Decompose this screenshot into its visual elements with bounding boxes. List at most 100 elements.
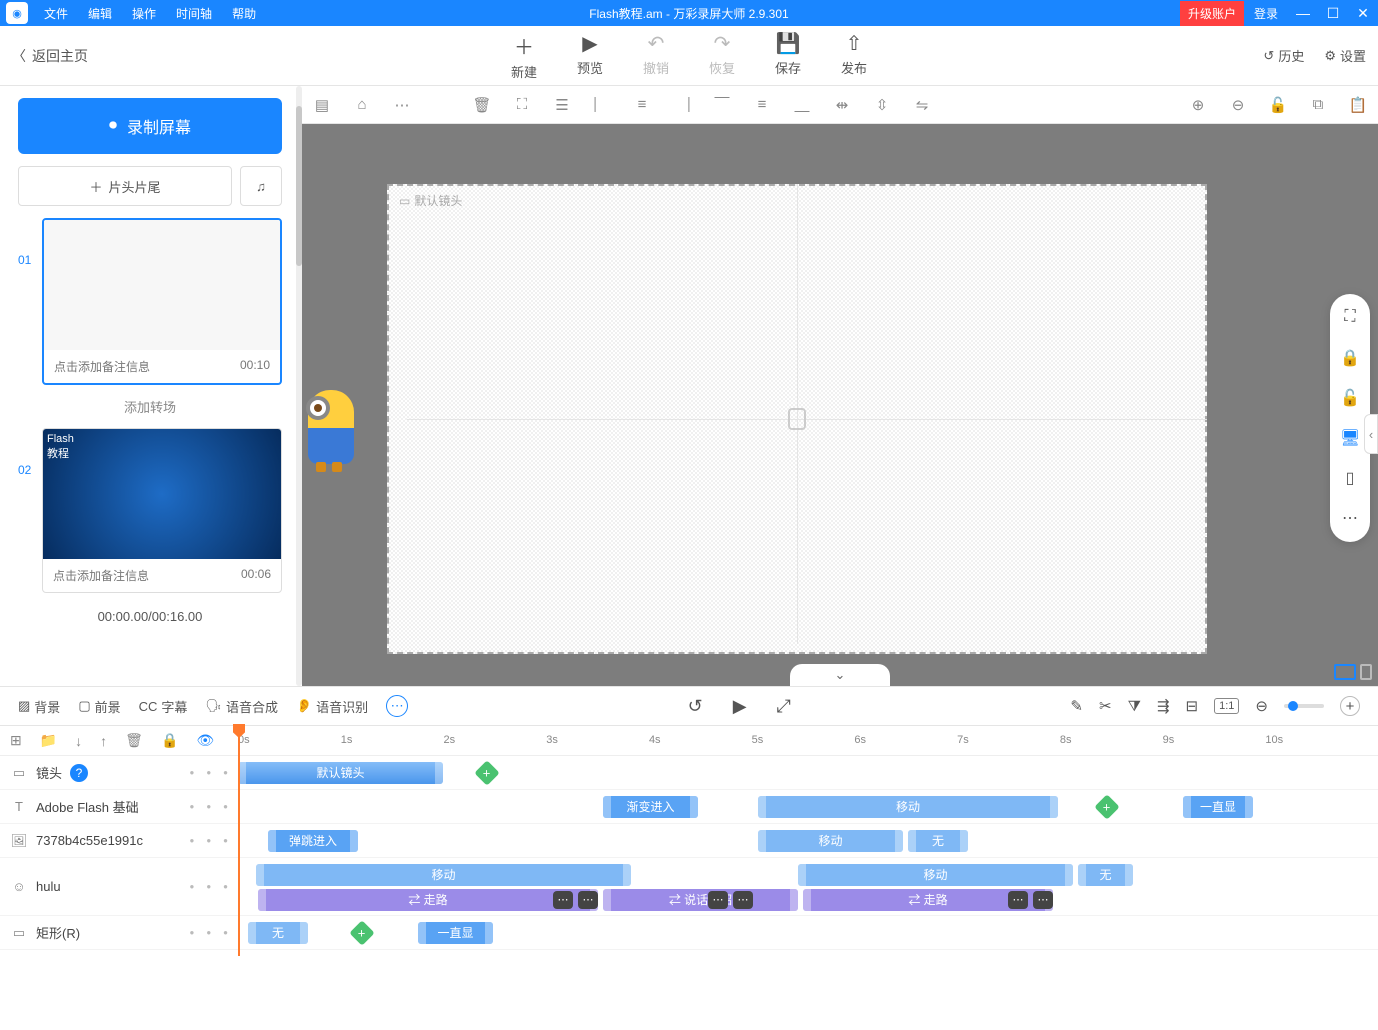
delete-icon[interactable]: 🗑	[472, 96, 492, 114]
more2-icon[interactable]: ⋯	[1340, 508, 1360, 528]
clip-marker[interactable]: ⋯	[1008, 891, 1028, 909]
tl-eye-icon[interactable]: 👁	[196, 732, 214, 749]
rewind-button[interactable]: ↺	[688, 696, 703, 717]
track-dots[interactable]: ●●●	[189, 928, 228, 937]
align-r-icon[interactable]: ⎹	[672, 96, 692, 113]
speed-icon[interactable]: ⇶	[1157, 697, 1170, 715]
menu-edit[interactable]: 编辑	[78, 5, 122, 22]
add-clip-button[interactable]: +	[474, 760, 499, 785]
clip-移动[interactable]: 移动	[798, 864, 1073, 886]
help-icon[interactable]: ?	[70, 764, 88, 782]
tl-trash-icon[interactable]: 🗑	[125, 732, 143, 749]
clip-移动[interactable]: 移动	[758, 830, 903, 852]
track-label[interactable]: 🖼 7378b4c55e1991c ●●●	[0, 833, 238, 849]
canvas-collapse-button[interactable]: ⌄	[790, 664, 890, 686]
track-lane[interactable]: 默认镜头 +	[238, 761, 1378, 785]
playhead[interactable]	[238, 726, 240, 956]
track-lane[interactable]: 弹跳进入 移动无	[238, 829, 1378, 853]
scene-card-01[interactable]: 点击添加备注信息00:10	[42, 218, 282, 385]
clip-移动[interactable]: 移动	[758, 796, 1058, 818]
copy-icon[interactable]: ⧉	[1308, 96, 1328, 113]
filter-icon[interactable]: ⧩	[1128, 698, 1141, 715]
midbar-语音识别[interactable]: 👂语音识别	[296, 697, 368, 716]
add-clip-button[interactable]: +	[349, 920, 374, 945]
track-lane[interactable]: 移动移动无⇄ 走路⇄ 说话介绍⇄ 走路⋯⋯⋯⋯⋯⋯	[238, 863, 1378, 911]
minion-character[interactable]	[302, 364, 362, 524]
lock2-icon[interactable]: 🔒	[1340, 348, 1360, 368]
clip-marker[interactable]: ⋯	[733, 891, 753, 909]
tl-up-icon[interactable]: ↑	[100, 733, 107, 749]
track-dots[interactable]: ●●●	[189, 768, 228, 777]
toolbar-发布[interactable]: ⇧发布	[841, 31, 867, 81]
unlock-icon[interactable]: 🔓	[1268, 96, 1288, 114]
monitor-icon[interactable]: 🖥	[1340, 428, 1360, 448]
layers-icon[interactable]: ▤	[312, 96, 332, 114]
crop-icon[interactable]: ⛶	[512, 96, 532, 113]
record-screen-button[interactable]: ⏺ 录制屏幕	[18, 98, 282, 154]
tl-add-icon[interactable]: ⊞	[10, 732, 22, 749]
ratio-button[interactable]: 1:1	[1214, 698, 1239, 714]
edit-icon[interactable]: ✎	[1070, 697, 1083, 715]
valign-b-icon[interactable]: ⎽	[792, 96, 812, 113]
clip-弹跳进入[interactable]: 弹跳进入	[268, 830, 358, 852]
clip-marker[interactable]: ⋯	[578, 891, 598, 909]
add-clip-button[interactable]: +	[1094, 794, 1119, 819]
play-button[interactable]: ▶	[733, 696, 747, 717]
clip-无[interactable]: 无	[908, 830, 968, 852]
tl-down-icon[interactable]: ↓	[75, 733, 82, 749]
align-c-icon[interactable]: ≡	[632, 96, 652, 113]
clip-marker[interactable]: ⋯	[553, 891, 573, 909]
login-button[interactable]: 登录	[1244, 5, 1288, 22]
paste-icon[interactable]: 📋	[1348, 96, 1368, 114]
track-dots[interactable]: ●●●	[189, 836, 228, 845]
intro-outro-button[interactable]: ＋片头片尾	[18, 166, 232, 206]
midbar-字幕[interactable]: CC字幕	[139, 697, 188, 716]
toolbar-保存[interactable]: 💾保存	[775, 31, 801, 81]
midbar-背景[interactable]: ▨背景	[18, 697, 60, 716]
menu-help[interactable]: 帮助	[222, 5, 266, 22]
add-track-button[interactable]: +	[1340, 696, 1360, 716]
clip-marker[interactable]: ⋯	[708, 891, 728, 909]
scene-note[interactable]: 点击添加备注信息	[54, 358, 150, 375]
segment-icon[interactable]: ⊟	[1186, 697, 1199, 715]
settings-button[interactable]: ⚙设置	[1324, 46, 1366, 65]
zoom-in-icon[interactable]: ⊕	[1188, 96, 1208, 114]
flip-icon[interactable]: ⇋	[912, 96, 932, 114]
clip-渐变进入[interactable]: 渐变进入	[603, 796, 698, 818]
menu-action[interactable]: 操作	[122, 5, 166, 22]
scene-card-02[interactable]: Flash教程 点击添加备注信息00:06	[42, 428, 282, 593]
history-button[interactable]: ↺历史	[1263, 46, 1304, 65]
add-transition-button[interactable]: 添加转场	[18, 393, 282, 420]
menu-file[interactable]: 文件	[34, 5, 78, 22]
home-icon[interactable]: ⌂	[352, 96, 372, 113]
aspect-portrait[interactable]	[1360, 664, 1372, 680]
toolbar-新建[interactable]: ＋新建	[511, 31, 537, 81]
midbar-前景[interactable]: ▢前景	[78, 697, 120, 716]
clip-默认镜头[interactable]: 默认镜头	[238, 762, 443, 784]
align-l-icon[interactable]: ⎸	[592, 96, 612, 113]
scissors-icon[interactable]: ✂	[1099, 697, 1112, 715]
expand-button[interactable]: ⤢	[777, 696, 791, 717]
more-circle-button[interactable]: ⋯	[386, 695, 408, 717]
zoom-minus-icon[interactable]: ⊖	[1255, 697, 1268, 715]
clip-一直显[interactable]: 一直显	[418, 922, 493, 944]
track-dots[interactable]: ●●●	[189, 802, 228, 811]
track-label[interactable]: T Adobe Flash 基础 ●●●	[0, 797, 238, 816]
tl-folder-icon[interactable]: 📁	[40, 732, 57, 749]
track-lane[interactable]: 无 一直显 +	[238, 921, 1378, 945]
track-label[interactable]: ☺ hulu ●●●	[0, 879, 238, 894]
toolbar-预览[interactable]: ▶预览	[577, 31, 603, 81]
unlock2-icon[interactable]: 🔓	[1340, 388, 1360, 408]
clip-marker[interactable]: ⋯	[1033, 891, 1053, 909]
close-button[interactable]: ✕	[1348, 5, 1378, 22]
clip-无[interactable]: 无	[1078, 864, 1133, 886]
collapse-side-button[interactable]: ‹	[1364, 414, 1378, 454]
track-label[interactable]: ▭ 矩形(R) ●●●	[0, 923, 238, 942]
clip-无[interactable]: 无	[248, 922, 308, 944]
back-home-button[interactable]: 〈 返回主页	[12, 46, 88, 66]
track-dots[interactable]: ●●●	[189, 882, 228, 891]
phone-icon[interactable]: ▯	[1340, 468, 1360, 488]
dist-v-icon[interactable]: ⇳	[872, 96, 892, 114]
dist-h-icon[interactable]: ⇹	[832, 96, 852, 114]
track-label[interactable]: ▭ 镜头 ? ●●●	[0, 763, 238, 782]
